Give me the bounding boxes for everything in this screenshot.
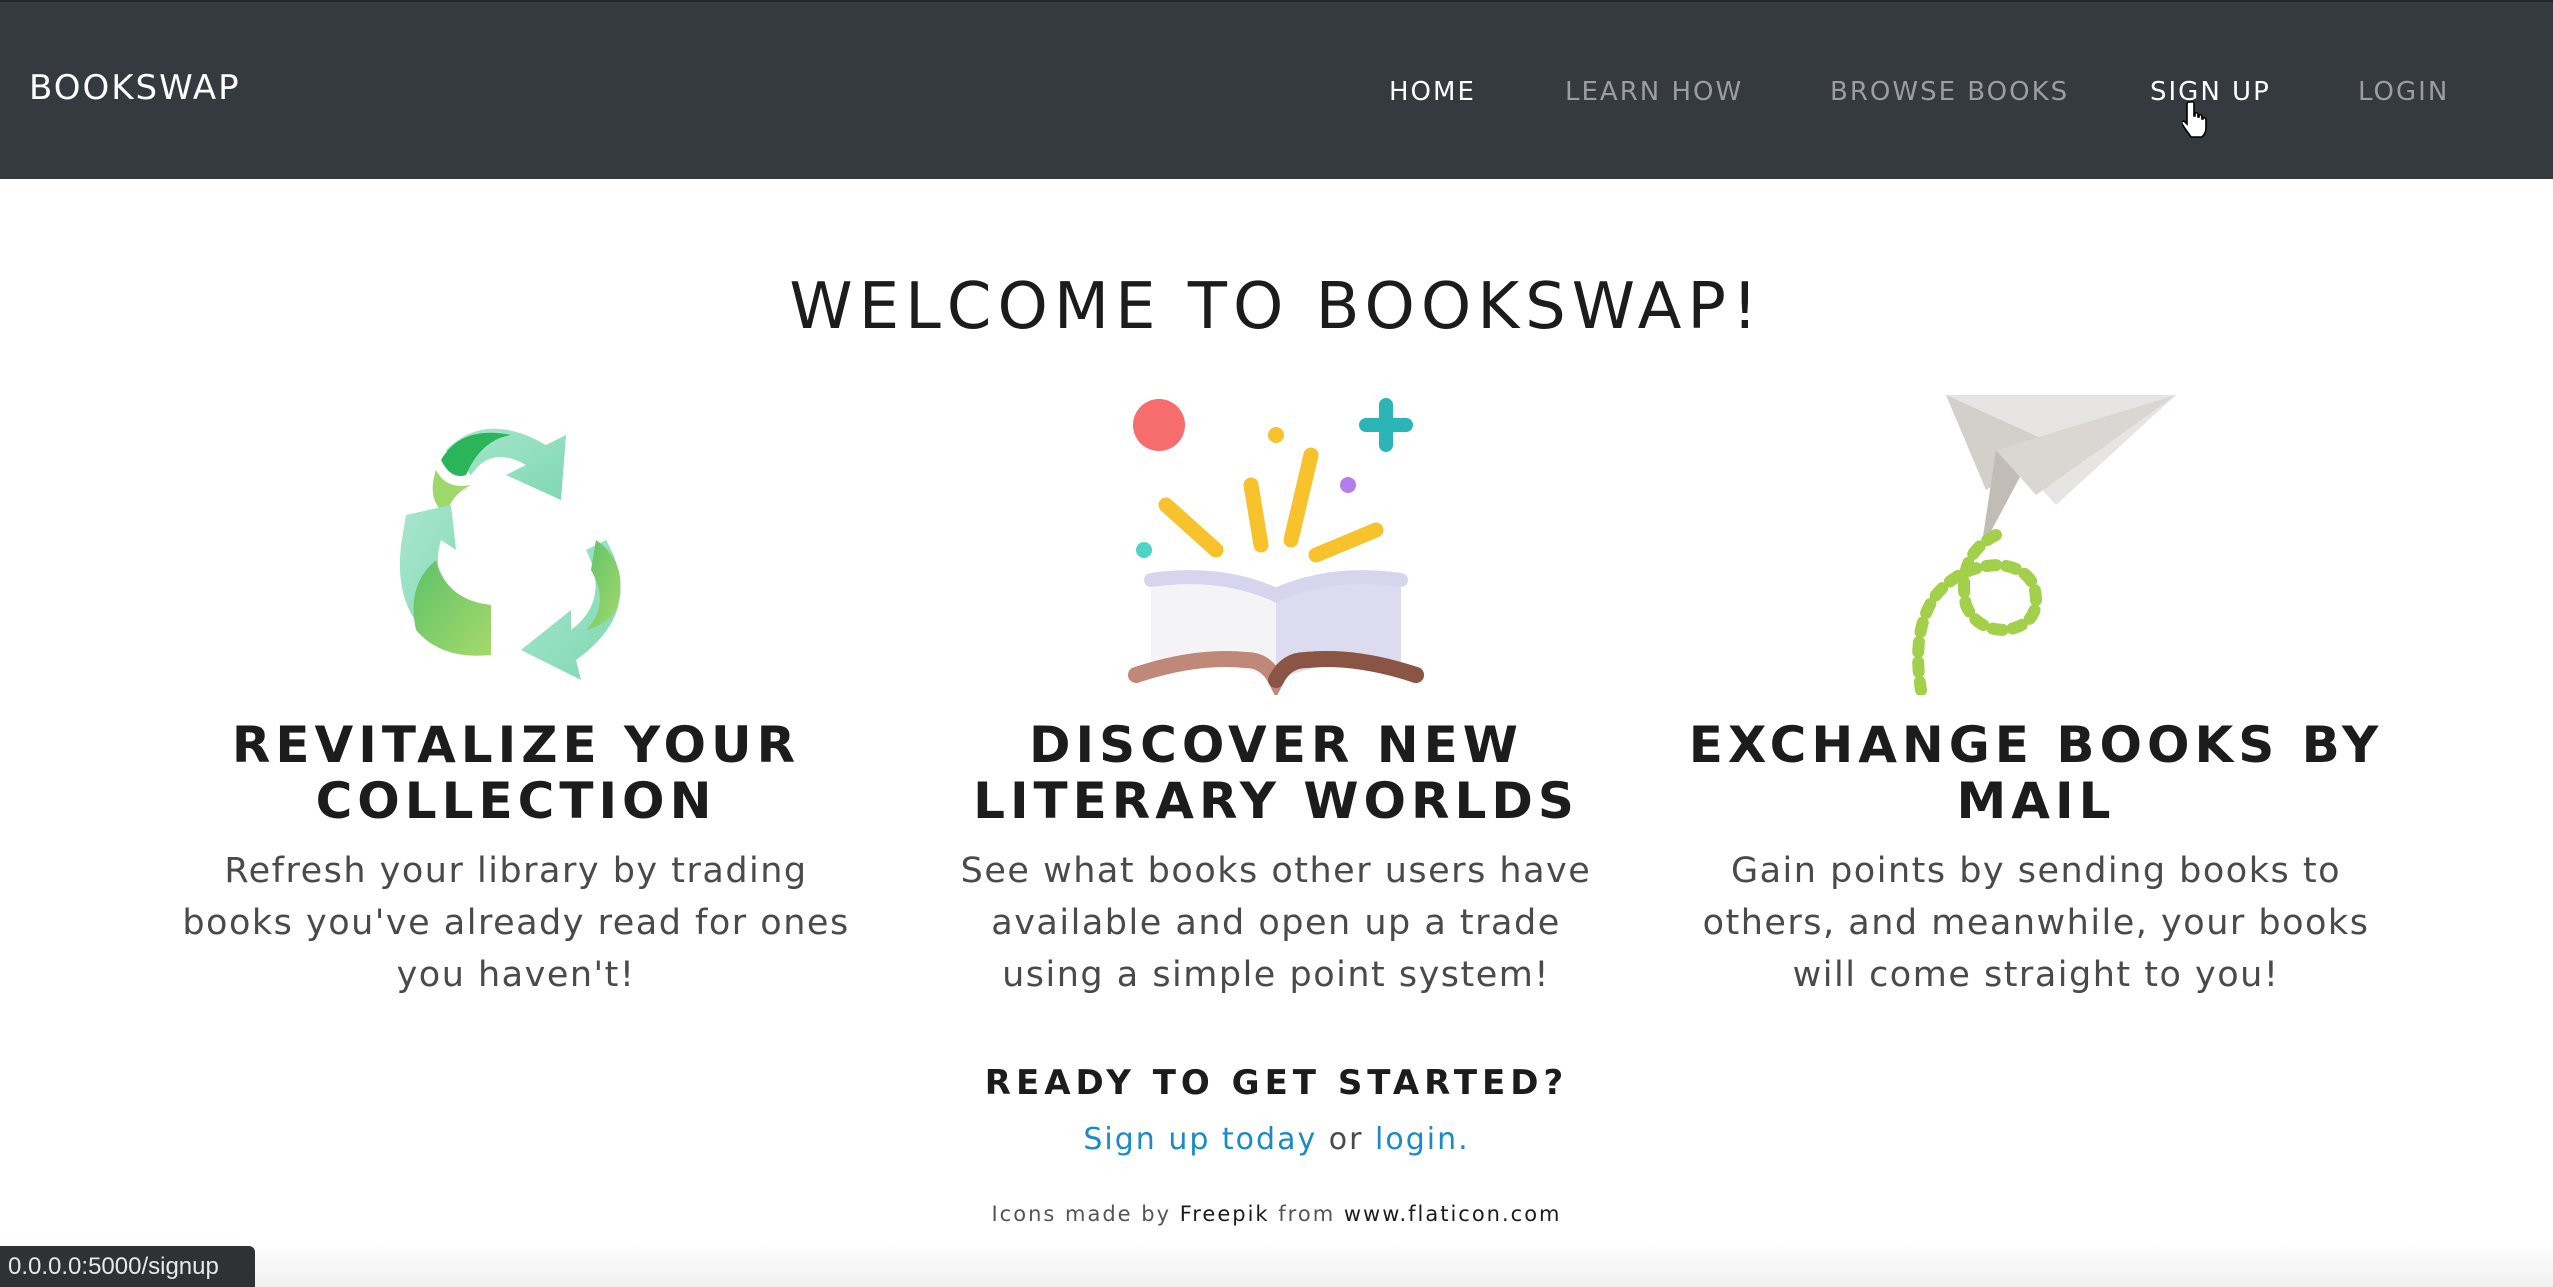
nav-login[interactable]: LOGIN [2358,77,2449,107]
feature-revitalize: REVITALIZE YOUR COLLECTION Refresh your … [166,395,866,1001]
feature-heading: DISCOVER NEW LITERARY WORLDS [973,716,1579,830]
cta-links: Sign up today or login. [0,1122,2553,1157]
hand-cursor-icon [2182,100,2207,138]
flaticon-link[interactable]: www.flaticon.com [1344,1202,1562,1226]
status-bar-url: 0.0.0.0:5000/signup [0,1246,255,1287]
cta-heading: READY TO GET STARTED? [984,1063,1569,1103]
feature-heading: REVITALIZE YOUR COLLECTION [231,716,801,830]
feature-exchange: EXCHANGE BOOKS BY MAIL Gain points by se… [1686,395,2386,1001]
page-title: WELCOME TO BOOKSWAP! [789,270,1764,344]
paper-plane-icon [1912,395,2176,695]
nav-browse-books[interactable]: BROWSE BOOKS [1830,77,2069,107]
freepik-link[interactable]: Freepik [1180,1202,1270,1226]
feature-discover: DISCOVER NEW LITERARY WORLDS See what bo… [926,395,1626,1001]
icon-attribution: Icons made by Freepik from www.flaticon.… [0,1202,2553,1226]
nav-learn-how[interactable]: LEARN HOW [1565,77,1743,107]
navbar: BOOKSWAP HOME LEARN HOW BROWSE BOOKS SIG… [0,0,2553,179]
nav-home[interactable]: HOME [1389,77,1476,107]
login-link[interactable]: login. [1375,1122,1470,1157]
signup-link[interactable]: Sign up today [1083,1122,1317,1157]
open-book-icon [1128,398,1424,695]
feature-text: See what books other users have availabl… [960,851,1592,995]
feature-text: Refresh your library by trading books yo… [182,851,850,995]
recycle-icon [399,428,621,680]
feature-text: Gain points by sending books to others, … [1702,851,2370,995]
feature-heading: EXCHANGE BOOKS BY MAIL [1688,716,2384,830]
attribution-prefix: Icons made by [991,1202,1172,1226]
brand-logo[interactable]: BOOKSWAP [29,68,241,108]
attribution-from: from [1278,1202,1336,1226]
or-text: or [1328,1122,1364,1157]
footer-shade [0,1240,2553,1287]
